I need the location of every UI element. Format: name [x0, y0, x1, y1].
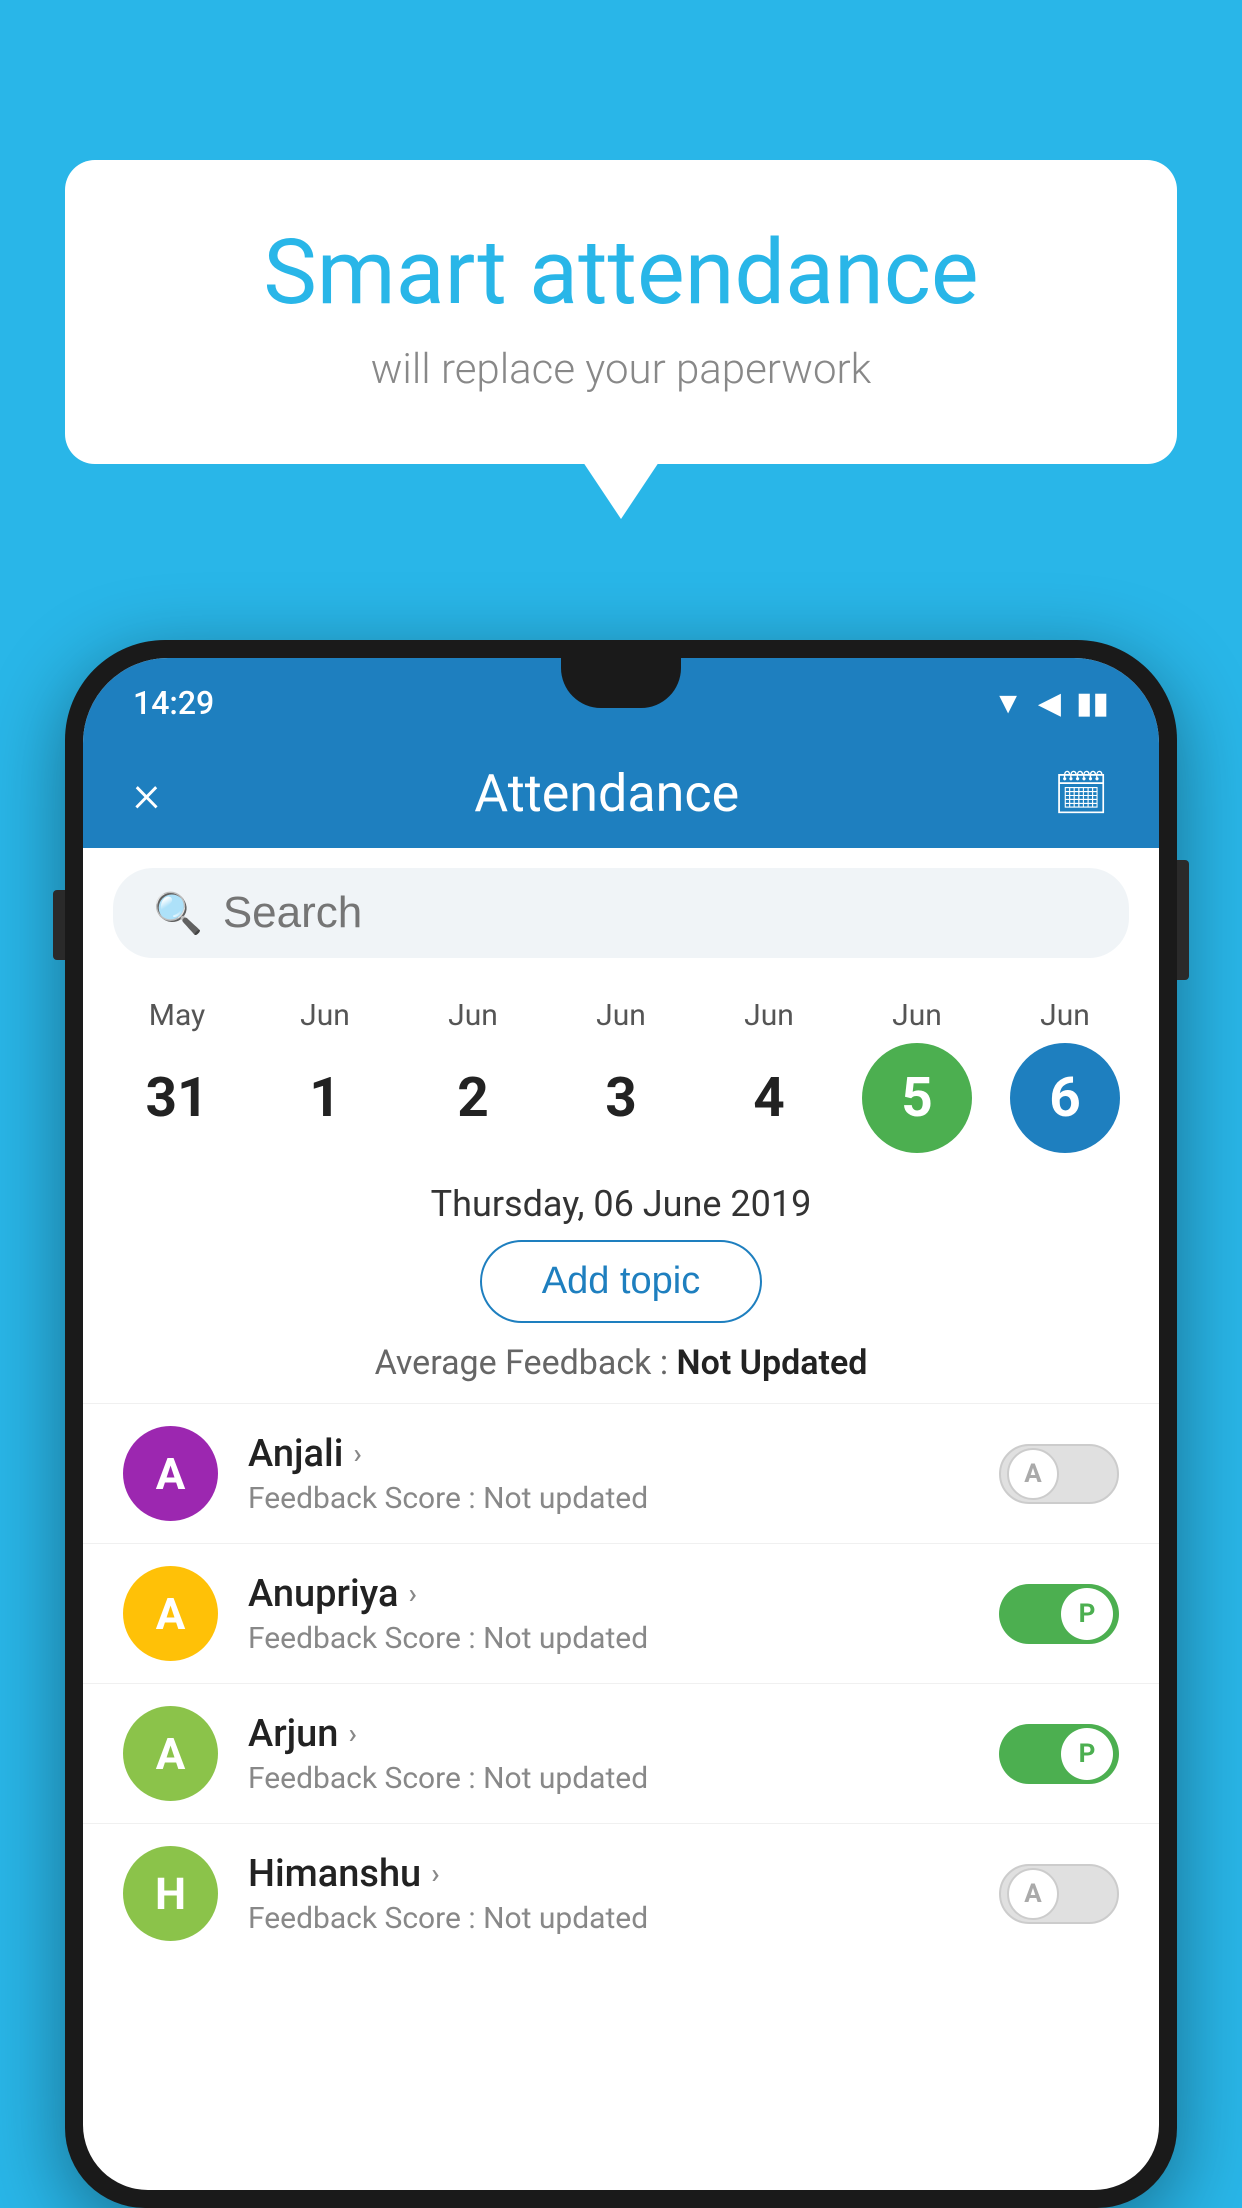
- calendar-day-5[interactable]: Jun 5: [847, 998, 987, 1153]
- student-avatar: A: [123, 1566, 218, 1661]
- phone-volume-button: [53, 890, 65, 960]
- cal-month-label: Jun: [300, 998, 350, 1033]
- cal-month-label: Jun: [744, 998, 794, 1033]
- student-list: AAnjali ›Feedback Score : Not updatedAAA…: [83, 1403, 1159, 1963]
- student-info: Anjali › Feedback Score : Not updated: [248, 1432, 969, 1516]
- speech-bubble-subtitle: will replace your paperwork: [145, 345, 1097, 394]
- cal-date-number[interactable]: 3: [566, 1043, 676, 1153]
- avg-feedback-label: Average Feedback :: [375, 1343, 669, 1383]
- cal-date-number[interactable]: 2: [418, 1043, 528, 1153]
- cal-date-number[interactable]: 1: [270, 1043, 380, 1153]
- calendar-day-3[interactable]: Jun 3: [551, 998, 691, 1153]
- selected-date-label: Thursday, 06 June 2019: [83, 1163, 1159, 1240]
- student-name[interactable]: Himanshu ›: [248, 1852, 969, 1896]
- student-avatar: A: [123, 1426, 218, 1521]
- signal-icon: ◀: [1038, 686, 1061, 721]
- student-info: Anupriya › Feedback Score : Not updated: [248, 1572, 969, 1656]
- toggle-knob: A: [1007, 1868, 1059, 1920]
- phone-power-button: [1177, 860, 1189, 980]
- battery-icon: ▮▮: [1076, 686, 1109, 721]
- add-topic-button[interactable]: Add topic: [480, 1240, 762, 1323]
- toggle-knob: A: [1007, 1448, 1059, 1500]
- phone-screen: 14:29 ▼ ◀ ▮▮ × Attendance 🗓 🔍 May31Jun1J…: [83, 658, 1159, 2190]
- attendance-toggle[interactable]: P: [999, 1724, 1119, 1784]
- toggle-knob: P: [1061, 1728, 1113, 1780]
- chevron-icon: ›: [408, 1577, 416, 1610]
- cal-month-label: Jun: [596, 998, 646, 1033]
- student-name[interactable]: Arjun ›: [248, 1712, 969, 1756]
- student-feedback: Feedback Score : Not updated: [248, 1761, 969, 1796]
- cal-date-number[interactable]: 6: [1010, 1043, 1120, 1153]
- chevron-icon: ›: [348, 1717, 356, 1750]
- calendar-strip: May 31 Jun 1 Jun 2 Jun 3 Jun 4 Jun 5 Jun 6: [83, 978, 1159, 1163]
- calendar-day-2[interactable]: Jun 2: [403, 998, 543, 1153]
- student-feedback: Feedback Score : Not updated: [248, 1481, 969, 1516]
- student-avatar: A: [123, 1706, 218, 1801]
- student-item[interactable]: A Arjun › Feedback Score : Not updated P: [83, 1683, 1159, 1823]
- student-avatar: H: [123, 1846, 218, 1941]
- student-name[interactable]: Anjali ›: [248, 1432, 969, 1476]
- status-time: 14:29: [133, 684, 214, 722]
- close-button[interactable]: ×: [133, 763, 160, 824]
- speech-bubble: Smart attendance will replace your paper…: [65, 160, 1177, 464]
- cal-date-number[interactable]: 4: [714, 1043, 824, 1153]
- cal-date-number[interactable]: 31: [122, 1043, 232, 1153]
- student-info: Himanshu › Feedback Score : Not updated: [248, 1852, 969, 1936]
- student-name[interactable]: Anupriya ›: [248, 1572, 969, 1616]
- toggle-knob: P: [1061, 1588, 1113, 1640]
- student-item[interactable]: A Anupriya › Feedback Score : Not updated P: [83, 1543, 1159, 1683]
- student-feedback: Feedback Score : Not updated: [248, 1901, 969, 1936]
- student-feedback: Feedback Score : Not updated: [248, 1621, 969, 1656]
- avg-feedback-value: Not Updated: [677, 1343, 868, 1383]
- status-icons: ▼ ◀ ▮▮: [993, 686, 1109, 721]
- student-item[interactable]: A Anjali › Feedback Score : Not updated A: [83, 1403, 1159, 1543]
- chevron-icon: ›: [431, 1857, 439, 1890]
- calendar-day-4[interactable]: Jun 4: [699, 998, 839, 1153]
- cal-month-label: Jun: [892, 998, 942, 1033]
- chevron-icon: ›: [353, 1437, 361, 1470]
- cal-month-label: May: [149, 998, 205, 1033]
- speech-bubble-title: Smart attendance: [145, 220, 1097, 325]
- app-header: × Attendance 🗓: [83, 738, 1159, 848]
- calendar-icon[interactable]: 🗓: [1053, 767, 1109, 819]
- calendar-day-6[interactable]: Jun 6: [995, 998, 1135, 1153]
- student-info: Arjun › Feedback Score : Not updated: [248, 1712, 969, 1796]
- phone-frame: 14:29 ▼ ◀ ▮▮ × Attendance 🗓 🔍 May31Jun1J…: [65, 640, 1177, 2208]
- calendar-day-1[interactable]: Jun 1: [255, 998, 395, 1153]
- attendance-toggle[interactable]: P: [999, 1584, 1119, 1644]
- header-title: Attendance: [474, 763, 739, 824]
- wifi-icon: ▼: [993, 686, 1023, 721]
- cal-month-label: Jun: [448, 998, 498, 1033]
- search-input[interactable]: [223, 888, 1089, 938]
- calendar-day-0[interactable]: May 31: [107, 998, 247, 1153]
- attendance-toggle[interactable]: A: [999, 1864, 1119, 1924]
- avg-feedback: Average Feedback : Not Updated: [83, 1343, 1159, 1403]
- search-bar[interactable]: 🔍: [113, 868, 1129, 958]
- cal-date-number[interactable]: 5: [862, 1043, 972, 1153]
- attendance-toggle[interactable]: A: [999, 1444, 1119, 1504]
- student-item[interactable]: H Himanshu › Feedback Score : Not updated A: [83, 1823, 1159, 1963]
- cal-month-label: Jun: [1040, 998, 1090, 1033]
- phone-notch: [561, 658, 681, 708]
- search-icon: 🔍: [153, 890, 203, 937]
